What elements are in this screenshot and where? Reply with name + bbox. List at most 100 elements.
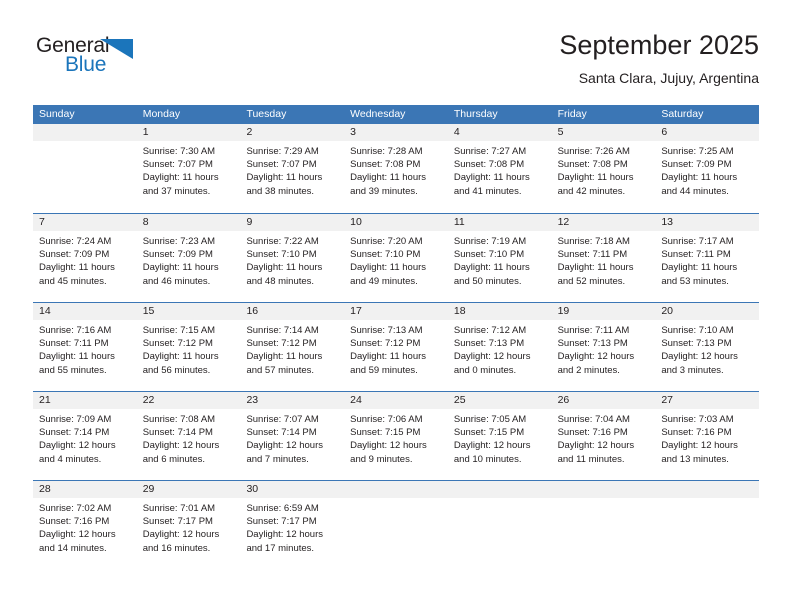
day-detail-line: Sunset: 7:15 PM [350, 427, 421, 439]
calendar-page: General Blue September 2025 Santa Clara,… [0, 0, 792, 612]
day-detail-line: Daylight: 12 hours [246, 529, 324, 541]
day-cell[interactable]: 5 Sunrise: 7:26 AM Sunset: 7:08 PM Daylight… [551, 124, 656, 213]
day-cell[interactable]: 2 Sunrise: 7:29 AM Sunset: 7:07 PM Daylight… [240, 124, 345, 213]
day-details [448, 498, 552, 569]
day-detail-line: Sunrise: 7:29 AM [246, 146, 319, 157]
day-cell[interactable]: 3 Sunrise: 7:28 AM Sunset: 7:08 PM Daylight… [344, 124, 448, 213]
day-detail-line: and 46 minutes. [142, 275, 211, 287]
day-detail-line: Daylight: 11 hours [350, 262, 427, 274]
day-detail-line: and 56 minutes. [142, 364, 211, 376]
day-detail-line: Sunrise: 7:10 AM [661, 325, 734, 336]
day-number: 7 [33, 214, 137, 231]
day-detail-line: Sunset: 7:08 PM [350, 159, 421, 171]
day-number: 14 [33, 303, 137, 320]
day-cell[interactable]: 22 Sunrise: 7:08 AM Sunset: 7:14 PM Dayligh… [136, 392, 241, 480]
day-cell[interactable]: 16 Sunrise: 7:14 AM Sunset: 7:12 PM Dayligh… [240, 303, 345, 391]
day-number: 26 [551, 392, 656, 409]
day-detail-line: Sunrise: 7:30 AM [142, 146, 216, 157]
day-cell[interactable]: 28 Sunrise: 7:02 AM Sunset: 7:16 PM Dayligh… [33, 481, 137, 569]
day-cell[interactable]: 8 Sunrise: 7:23 AM Sunset: 7:09 PM Daylight… [136, 214, 241, 302]
day-cell[interactable]: 15 Sunrise: 7:15 AM Sunset: 7:12 PM Dayligh… [136, 303, 241, 391]
day-cell[interactable]: 9 Sunrise: 7:22 AM Sunset: 7:10 PM Daylight… [240, 214, 345, 302]
day-detail-line: Sunset: 7:14 PM [246, 427, 317, 439]
day-details: Sunrise: 7:25 AM Sunset: 7:09 PM Daylight:… [655, 141, 759, 213]
day-details: Sunrise: 7:24 AM Sunset: 7:09 PM Daylight:… [33, 231, 137, 302]
day-cell[interactable]: 20 Sunrise: 7:10 AM Sunset: 7:13 PM Dayligh… [655, 303, 760, 391]
day-cell[interactable]: 27 Sunrise: 7:03 AM Sunset: 7:16 PM Dayligh… [655, 392, 760, 480]
calendar-weeks: 1 Sunrise: 7:30 AM Sunset: 7:07 PM Daylight… [33, 124, 760, 569]
day-detail-line: Sunrise: 7:14 AM [246, 325, 319, 336]
day-cell[interactable]: 12 Sunrise: 7:18 AM Sunset: 7:11 PM Dayligh… [551, 214, 656, 302]
weekday-header-monday: Monday [142, 108, 181, 120]
day-cell[interactable]: 7 Sunrise: 7:24 AM Sunset: 7:09 PM Daylight… [33, 214, 137, 302]
day-cell[interactable]: 18 Sunrise: 7:12 AM Sunset: 7:13 PM Dayligh… [447, 303, 552, 391]
day-detail-line: and 53 minutes. [661, 275, 729, 287]
day-details: Sunrise: 7:16 AM Sunset: 7:11 PM Daylight:… [33, 320, 137, 391]
day-cell[interactable]: 24 Sunrise: 7:06 AM Sunset: 7:15 PM Dayligh… [344, 392, 448, 480]
day-details: Sunrise: 7:28 AM Sunset: 7:08 PM Daylight:… [344, 141, 448, 213]
day-cell[interactable]: 25 Sunrise: 7:05 AM Sunset: 7:15 PM Dayligh… [447, 392, 552, 480]
day-detail-line: Daylight: 11 hours [350, 351, 427, 363]
day-detail-line: Daylight: 11 hours [142, 262, 219, 274]
day-detail-line: and 48 minutes. [246, 275, 315, 287]
day-cell[interactable]: 14 Sunrise: 7:16 AM Sunset: 7:11 PM Dayligh… [33, 303, 137, 391]
day-cell-empty [655, 481, 760, 569]
day-detail-line: and 17 minutes. [246, 542, 315, 554]
day-cell[interactable]: 10 Sunrise: 7:20 AM Sunset: 7:10 PM Dayligh… [344, 214, 448, 302]
day-detail-line: Sunset: 7:15 PM [453, 427, 525, 439]
day-detail-line: Sunset: 7:07 PM [246, 159, 317, 171]
day-cell[interactable]: 4 Sunrise: 7:27 AM Sunset: 7:08 PM Daylight… [447, 124, 552, 213]
day-detail-line: Daylight: 12 hours [142, 529, 220, 541]
day-detail-line: Sunrise: 7:04 AM [557, 414, 630, 425]
day-number: 27 [655, 392, 760, 409]
day-details [33, 141, 137, 213]
day-number: 16 [240, 303, 345, 320]
day-number [344, 481, 448, 498]
day-detail-line: Sunrise: 7:27 AM [453, 146, 527, 157]
day-number: 9 [240, 214, 345, 231]
day-number: 19 [551, 303, 656, 320]
day-detail-line: and 2 minutes. [557, 364, 620, 376]
day-cell[interactable]: 23 Sunrise: 7:07 AM Sunset: 7:14 PM Dayligh… [240, 392, 345, 480]
day-number: 6 [655, 124, 760, 141]
title-block: September 2025 Santa Clara, Jujuy, Argen… [559, 28, 759, 88]
day-detail-line: Daylight: 11 hours [661, 172, 738, 184]
day-detail-line: Sunset: 7:17 PM [142, 516, 213, 528]
day-detail-line: Sunrise: 7:16 AM [39, 325, 112, 336]
day-detail-line: Sunrise: 7:06 AM [350, 414, 423, 425]
day-detail-line: Daylight: 12 hours [350, 440, 427, 452]
day-detail-line: Daylight: 11 hours [142, 172, 219, 184]
day-detail-line: Daylight: 11 hours [557, 262, 634, 274]
day-cell[interactable]: 19 Sunrise: 7:11 AM Sunset: 7:13 PM Dayligh… [551, 303, 656, 391]
day-details: Sunrise: 7:10 AM Sunset: 7:13 PM Daylight:… [655, 320, 759, 391]
general-blue-logo[interactable]: General Blue [36, 34, 166, 86]
day-details: Sunrise: 7:17 AM Sunset: 7:11 PM Daylight:… [655, 231, 759, 302]
day-cell[interactable]: 13 Sunrise: 7:17 AM Sunset: 7:11 PM Dayligh… [655, 214, 760, 302]
day-detail-line: Sunrise: 7:26 AM [557, 146, 630, 157]
day-number: 15 [136, 303, 241, 320]
day-cell[interactable]: 30 Sunrise: 6:59 AM Sunset: 7:17 PM Dayligh… [240, 481, 345, 569]
day-cell[interactable]: 1 Sunrise: 7:30 AM Sunset: 7:07 PM Daylight… [136, 124, 241, 213]
day-cell[interactable]: 17 Sunrise: 7:13 AM Sunset: 7:12 PM Dayligh… [344, 303, 448, 391]
day-cell[interactable]: 29 Sunrise: 7:01 AM Sunset: 7:17 PM Dayligh… [136, 481, 241, 569]
day-detail-line: Sunset: 7:13 PM [661, 338, 732, 350]
day-detail-line: Sunset: 7:09 PM [39, 249, 110, 261]
day-number: 24 [344, 392, 448, 409]
day-detail-line: Sunset: 7:17 PM [246, 516, 317, 528]
day-cell[interactable]: 6 Sunrise: 7:25 AM Sunset: 7:09 PM Daylight… [655, 124, 760, 213]
day-detail-line: Sunset: 7:07 PM [142, 159, 213, 171]
day-cell[interactable]: 11 Sunrise: 7:19 AM Sunset: 7:10 PM Dayligh… [447, 214, 552, 302]
day-cell[interactable]: 26 Sunrise: 7:04 AM Sunset: 7:16 PM Dayligh… [551, 392, 656, 480]
day-detail-line: Sunrise: 7:23 AM [142, 236, 216, 247]
day-detail-line: Sunset: 7:14 PM [142, 427, 213, 439]
day-number: 21 [33, 392, 137, 409]
day-cell-empty [33, 124, 137, 213]
day-detail-line: Sunset: 7:13 PM [453, 338, 525, 350]
day-details: Sunrise: 7:02 AM Sunset: 7:16 PM Daylight:… [33, 498, 137, 569]
day-detail-line: Sunrise: 7:24 AM [39, 236, 112, 247]
page-header: General Blue September 2025 Santa Clara,… [33, 28, 759, 100]
day-detail-line: and 39 minutes. [350, 185, 418, 197]
day-details: Sunrise: 7:01 AM Sunset: 7:17 PM Daylight:… [137, 498, 241, 569]
day-cell[interactable]: 21 Sunrise: 7:09 AM Sunset: 7:14 PM Dayligh… [33, 392, 137, 480]
day-number: 25 [447, 392, 552, 409]
